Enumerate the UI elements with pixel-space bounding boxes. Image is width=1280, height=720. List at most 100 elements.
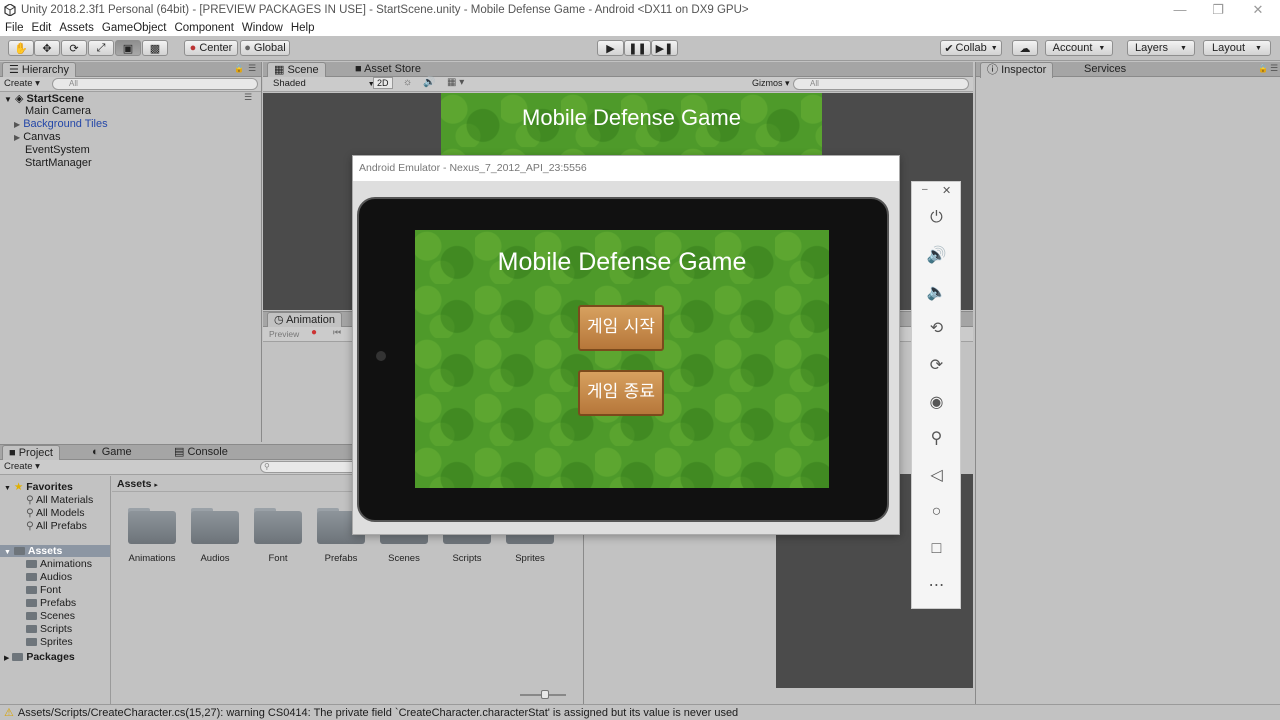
tab-inspector[interactable]: ⓘ Inspector xyxy=(980,62,1054,78)
menu-help[interactable]: Help xyxy=(287,22,319,34)
global-space-button[interactable]: ● Global xyxy=(240,40,290,56)
move-tool-button[interactable]: ✥ xyxy=(34,40,60,56)
status-bar[interactable]: ⚠ Assets/Scripts/CreateCharacter.cs(15,2… xyxy=(0,704,1280,720)
favorite-item[interactable]: ⚲ All Models xyxy=(26,507,84,519)
scale-tool-button[interactable]: ⤢ xyxy=(88,40,114,56)
lock-icon[interactable]: 🔒 xyxy=(234,64,244,73)
tab-asset-store[interactable]: ■ Asset Store xyxy=(349,62,427,77)
more-icon[interactable]: ⋯ xyxy=(912,570,961,600)
volume-up-icon[interactable]: 🔊 xyxy=(912,240,961,270)
rotate-right-icon[interactable]: ⟳ xyxy=(912,350,961,380)
camera-icon[interactable]: ◉ xyxy=(912,387,961,417)
asset-tree-item[interactable]: Sprites xyxy=(26,636,73,648)
folder-icon[interactable] xyxy=(254,508,302,544)
account-dropdown[interactable]: Account ▼ xyxy=(1045,40,1113,56)
favorite-item[interactable]: ⚲ All Materials xyxy=(26,494,93,506)
menu-file[interactable]: File xyxy=(0,22,28,34)
hierarchy-create-dropdown[interactable]: Create ▾ xyxy=(4,78,40,89)
asset-tree-item[interactable]: Prefabs xyxy=(26,597,76,609)
hierarchy-item[interactable]: Main Camera xyxy=(25,105,91,117)
asset-tree-item[interactable]: Font xyxy=(26,584,61,596)
tab-hierarchy[interactable]: ☰ Hierarchy xyxy=(2,62,76,78)
icon-size-slider[interactable] xyxy=(520,690,566,699)
favorite-item[interactable]: ⚲ All Prefabs xyxy=(26,520,87,532)
asset-tree-item[interactable]: Animations xyxy=(26,558,92,570)
hand-tool-button[interactable]: ✋ xyxy=(8,40,34,56)
minimize-emulator-button[interactable]: – xyxy=(922,184,928,195)
scene-search-input[interactable]: All xyxy=(793,78,969,90)
asset-tree-item[interactable]: Scenes xyxy=(26,610,75,622)
close-window-button[interactable]: ✕ xyxy=(1240,0,1276,20)
tab-animation[interactable]: ◷ Animation xyxy=(267,312,342,328)
zoom-icon[interactable]: ⚲ xyxy=(912,423,961,453)
panel-menu-icon[interactable]: ☰ xyxy=(248,63,256,74)
folder-icon[interactable] xyxy=(191,508,239,544)
effects-icon[interactable]: ▦ ▾ xyxy=(447,77,464,88)
volume-down-icon[interactable]: 🔈 xyxy=(912,277,961,307)
back-icon[interactable]: ◁ xyxy=(912,460,961,490)
2d-toggle[interactable]: 2D xyxy=(373,77,393,89)
breadcrumb-label: Assets xyxy=(117,478,152,490)
shading-dropdown[interactable]: Shaded ▼ xyxy=(273,78,375,89)
folder-icon[interactable] xyxy=(128,508,176,544)
tab-scene[interactable]: ▦ Scene xyxy=(267,62,326,78)
step-button[interactable]: ▶❚ xyxy=(651,40,678,56)
favorites-node[interactable]: ▼ ★ Favorites xyxy=(4,481,73,493)
tab-console[interactable]: ▤ Console xyxy=(168,445,234,460)
menu-gameobject[interactable]: GameObject xyxy=(98,22,171,34)
preview-toggle[interactable]: Preview xyxy=(269,329,299,339)
menu-edit[interactable]: Edit xyxy=(28,22,56,34)
favorite-label: All Prefabs xyxy=(36,520,87,532)
quit-game-button[interactable]: 게임 종료 xyxy=(578,370,664,416)
packages-node[interactable]: ▶ Packages xyxy=(4,651,75,663)
assets-node[interactable]: ▼ Assets xyxy=(0,545,110,557)
first-keyframe-icon[interactable]: ⏮ xyxy=(333,327,341,338)
asset-tree-item[interactable]: Scripts xyxy=(26,623,72,635)
layers-dropdown[interactable]: Layers ▼ xyxy=(1127,40,1195,56)
tab-project[interactable]: ■ Project xyxy=(2,445,60,461)
breadcrumb-assets[interactable]: Assets ▸ xyxy=(117,478,158,490)
rotate-left-icon[interactable]: ⟲ xyxy=(912,313,961,343)
rect-tool-button[interactable]: ▣ xyxy=(115,40,141,56)
maximize-button[interactable]: ❐ xyxy=(1200,0,1236,20)
home-icon[interactable]: ○ xyxy=(912,497,961,527)
hierarchy-search-input[interactable]: All xyxy=(52,78,258,90)
menu-window[interactable]: Window xyxy=(238,22,287,34)
rotate-tool-button[interactable]: ⟳ xyxy=(61,40,87,56)
record-icon[interactable]: ● xyxy=(311,327,317,338)
panel-menu-icon[interactable]: ☰ xyxy=(1270,63,1278,74)
hierarchy-item[interactable]: EventSystem xyxy=(25,144,90,156)
hand-icon: ✋ xyxy=(14,42,28,55)
asset-tree-item[interactable]: Audios xyxy=(26,571,72,583)
slider-handle[interactable] xyxy=(541,690,549,699)
hierarchy-item[interactable]: StartManager xyxy=(25,157,92,169)
transform-tool-button[interactable]: ▩ xyxy=(142,40,168,56)
project-create-dropdown[interactable]: Create ▾ xyxy=(4,461,40,472)
play-button[interactable]: ▶ xyxy=(597,40,624,56)
tab-game[interactable]: ◐ Game xyxy=(86,445,138,460)
overview-icon[interactable]: □ xyxy=(912,534,961,564)
lighting-icon[interactable]: ☼ xyxy=(403,77,412,88)
collab-button[interactable]: ✔ Collab ▼ xyxy=(940,40,1002,56)
hierarchy-item[interactable]: ▶ Canvas xyxy=(14,131,61,143)
hierarchy-item-prefab[interactable]: ▶ Background Tiles xyxy=(14,118,108,130)
start-game-button[interactable]: 게임 시작 xyxy=(578,305,664,351)
device-screen[interactable]: Mobile Defense Game 게임 시작 게임 종료 xyxy=(415,230,829,488)
cloud-button[interactable]: ☁ xyxy=(1012,40,1038,56)
tab-services[interactable]: Services xyxy=(1078,62,1132,77)
close-emulator-button[interactable]: ✕ xyxy=(942,184,951,197)
audio-icon[interactable]: 🔊 xyxy=(423,77,435,88)
rect-icon: ▣ xyxy=(122,42,134,55)
minimize-button[interactable]: — xyxy=(1162,0,1198,20)
lock-icon[interactable]: 🔒 xyxy=(1258,64,1268,73)
scene-menu-icon[interactable]: ☰ xyxy=(244,92,252,103)
menu-bar: File Edit Assets GameObject Component Wi… xyxy=(0,20,1280,36)
scene-root[interactable]: ▼ ◈ StartScene xyxy=(4,92,84,105)
pause-button[interactable]: ❚❚ xyxy=(624,40,651,56)
gizmos-dropdown[interactable]: Gizmos ▾ xyxy=(752,78,790,89)
menu-assets[interactable]: Assets xyxy=(55,22,98,34)
pivot-center-button[interactable]: ● Center xyxy=(184,40,238,56)
power-icon[interactable]: ⏻ xyxy=(912,203,961,233)
menu-component[interactable]: Component xyxy=(170,22,237,34)
layout-dropdown[interactable]: Layout ▼ xyxy=(1203,40,1271,56)
